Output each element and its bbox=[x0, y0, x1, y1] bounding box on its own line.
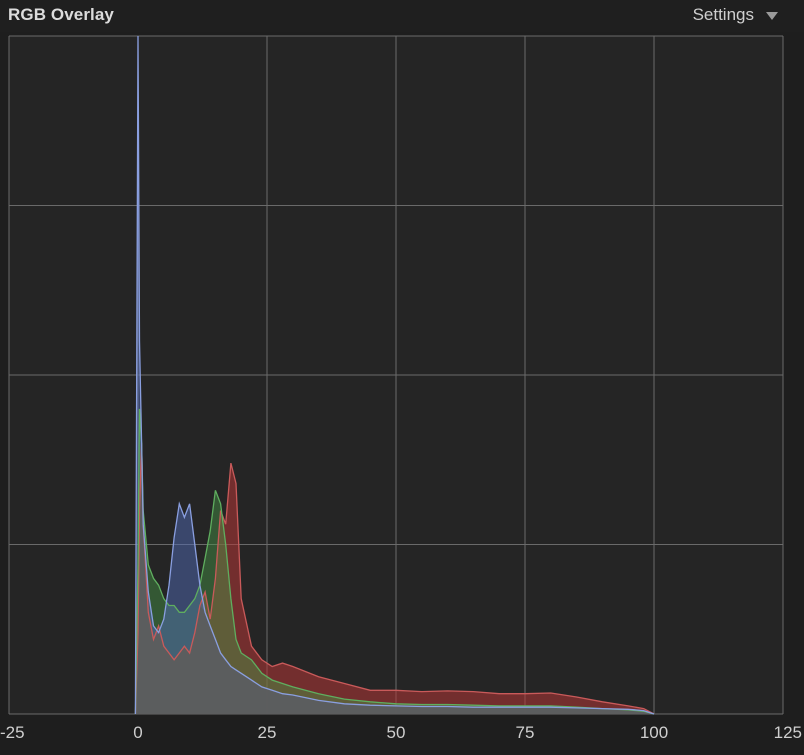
x-tick-label: -25 bbox=[0, 723, 25, 742]
x-tick-label: 0 bbox=[133, 723, 142, 742]
histogram-area: -25 0 25 50 75 100 125 bbox=[0, 32, 804, 750]
x-tick-label: 75 bbox=[516, 723, 535, 742]
rgb-overlay-panel: RGB Overlay Settings -25 0 25 50 75 100 125 bbox=[0, 0, 804, 750]
x-tick-label: 125 bbox=[774, 723, 802, 742]
x-tick-label: 100 bbox=[640, 723, 668, 742]
rgb-histogram-chart: -25 0 25 50 75 100 125 bbox=[0, 35, 802, 742]
x-tick-label: 25 bbox=[258, 723, 277, 742]
chevron-down-icon bbox=[766, 12, 778, 20]
settings-label: Settings bbox=[692, 5, 754, 24]
panel-title: RGB Overlay bbox=[8, 5, 114, 24]
settings-dropdown[interactable]: Settings bbox=[693, 5, 778, 25]
panel-header: RGB Overlay Settings bbox=[0, 0, 804, 32]
x-tick-label: 50 bbox=[387, 723, 406, 742]
